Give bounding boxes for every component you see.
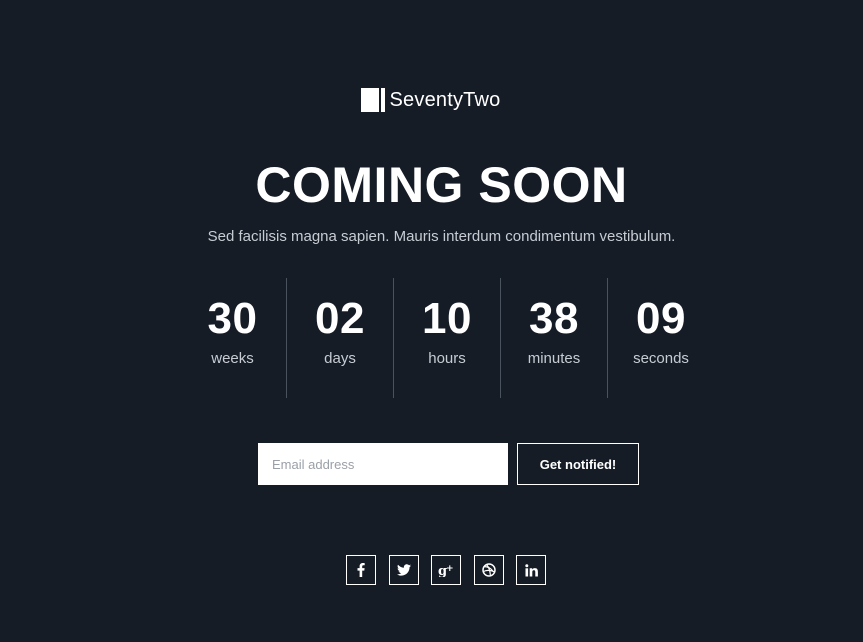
countdown-weeks: 30 weeks <box>179 278 286 398</box>
countdown-value: 09 <box>636 294 686 343</box>
social-links: g + <box>346 555 546 585</box>
twitter-button[interactable] <box>388 555 419 585</box>
logo-mark-icon <box>360 88 385 112</box>
countdown-label: days <box>324 350 356 367</box>
countdown-value: 38 <box>529 294 579 343</box>
countdown-value: 02 <box>315 294 365 343</box>
svg-text:+: + <box>446 564 454 574</box>
google-plus-button[interactable]: g + <box>431 555 461 585</box>
countdown-minutes: 38 minutes <box>500 278 607 398</box>
countdown-value: 10 <box>422 294 472 343</box>
dribbble-icon <box>481 563 496 577</box>
logo[interactable]: SeventyTwo <box>0 88 863 112</box>
facebook-button[interactable] <box>346 555 376 585</box>
email-field[interactable] <box>258 443 508 485</box>
coming-soon-page: SeventyTwo COMING SOON Sed facilisis mag… <box>0 0 863 642</box>
countdown-seconds: 09 seconds <box>607 278 714 398</box>
google-plus-icon: g + <box>438 563 454 577</box>
logo-text: SeventyTwo <box>389 88 501 111</box>
countdown-label: hours <box>428 350 466 367</box>
get-notified-button[interactable]: Get notified! <box>517 443 639 485</box>
linkedin-icon <box>524 563 538 577</box>
countdown-days: 02 days <box>286 278 393 398</box>
countdown-timer: 30 weeks 02 days 10 hours 38 minutes 09 … <box>179 278 714 398</box>
linkedin-button[interactable] <box>516 555 546 585</box>
page-title: COMING SOON <box>255 157 628 213</box>
countdown-label: seconds <box>633 350 689 367</box>
countdown-hours: 10 hours <box>393 278 500 398</box>
page-subtitle: Sed facilisis magna sapien. Mauris inter… <box>207 228 676 245</box>
facebook-icon <box>357 563 365 577</box>
twitter-icon <box>396 564 411 576</box>
dribbble-button[interactable] <box>473 555 504 585</box>
countdown-label: weeks <box>211 350 254 367</box>
countdown-value: 30 <box>207 294 258 343</box>
countdown-label: minutes <box>527 350 581 367</box>
